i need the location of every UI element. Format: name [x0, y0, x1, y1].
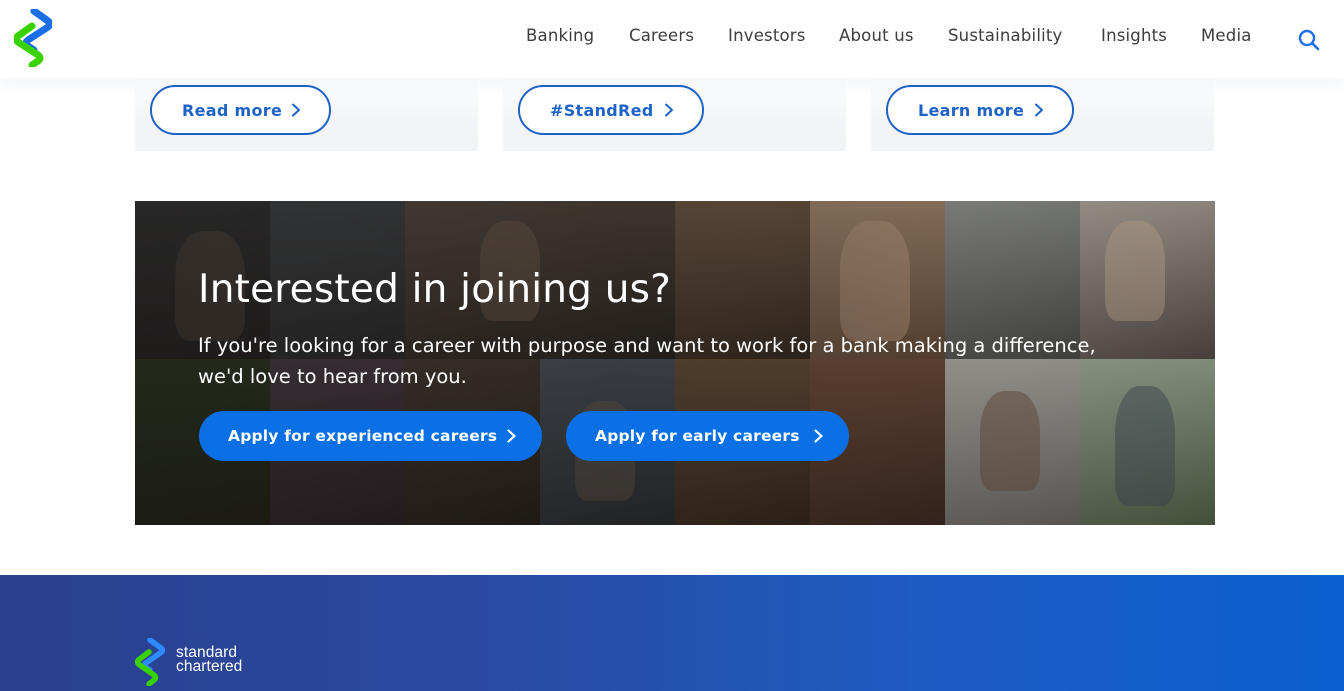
nav-item-banking[interactable]: Banking: [526, 26, 594, 45]
nav-item-sustainability[interactable]: Sustainability: [948, 26, 1063, 45]
learn-more-button[interactable]: Learn more: [886, 85, 1074, 135]
nav-item-about-us[interactable]: About us: [839, 26, 914, 45]
site-header: Banking Careers Investors About us Susta…: [0, 0, 1344, 78]
standard-chartered-logo[interactable]: [135, 638, 165, 686]
chevron-right-icon: [814, 429, 823, 443]
standred-label: #StandRed: [550, 100, 654, 120]
read-more-label: Read more: [182, 100, 283, 120]
banner-description: If you're looking for a career with purp…: [198, 330, 1158, 392]
site-footer: standard chartered: [0, 575, 1344, 691]
banner-title: Interested in joining us?: [198, 267, 672, 312]
apply-experienced-careers-button[interactable]: Apply for experienced careers: [199, 411, 542, 461]
apply-experienced-careers-label: Apply for experienced careers: [228, 427, 498, 445]
footer-wordmark: standard chartered: [176, 645, 243, 675]
card-read-more: Read more: [135, 78, 478, 151]
banner-description-line1: If you're looking for a career with purp…: [198, 334, 1096, 357]
apply-early-careers-label: Apply for early careers: [595, 427, 800, 445]
nav-item-media[interactable]: Media: [1201, 26, 1252, 45]
chevron-right-icon: [507, 429, 516, 443]
careers-banner: Interested in joining us? If you're look…: [135, 201, 1215, 525]
learn-more-label: Learn more: [918, 100, 1025, 120]
nav-item-investors[interactable]: Investors: [728, 26, 806, 45]
standred-button[interactable]: #StandRed: [518, 85, 704, 135]
banner-description-line2: we'd love to hear from you.: [198, 365, 467, 388]
card-learn-more: Learn more: [871, 78, 1214, 151]
footer-wordmark-line2: chartered: [176, 658, 243, 675]
nav-item-insights[interactable]: Insights: [1101, 26, 1167, 45]
nav-item-careers[interactable]: Careers: [629, 26, 694, 45]
read-more-button[interactable]: Read more: [150, 85, 331, 135]
chevron-right-icon: [1035, 103, 1043, 117]
chevron-right-icon: [292, 103, 300, 117]
card-standred: #StandRed: [503, 78, 846, 151]
apply-early-careers-button[interactable]: Apply for early careers: [566, 411, 849, 461]
main-nav: Banking Careers Investors About us Susta…: [0, 26, 1344, 50]
search-icon[interactable]: [1297, 28, 1321, 52]
chevron-right-icon: [665, 103, 673, 117]
